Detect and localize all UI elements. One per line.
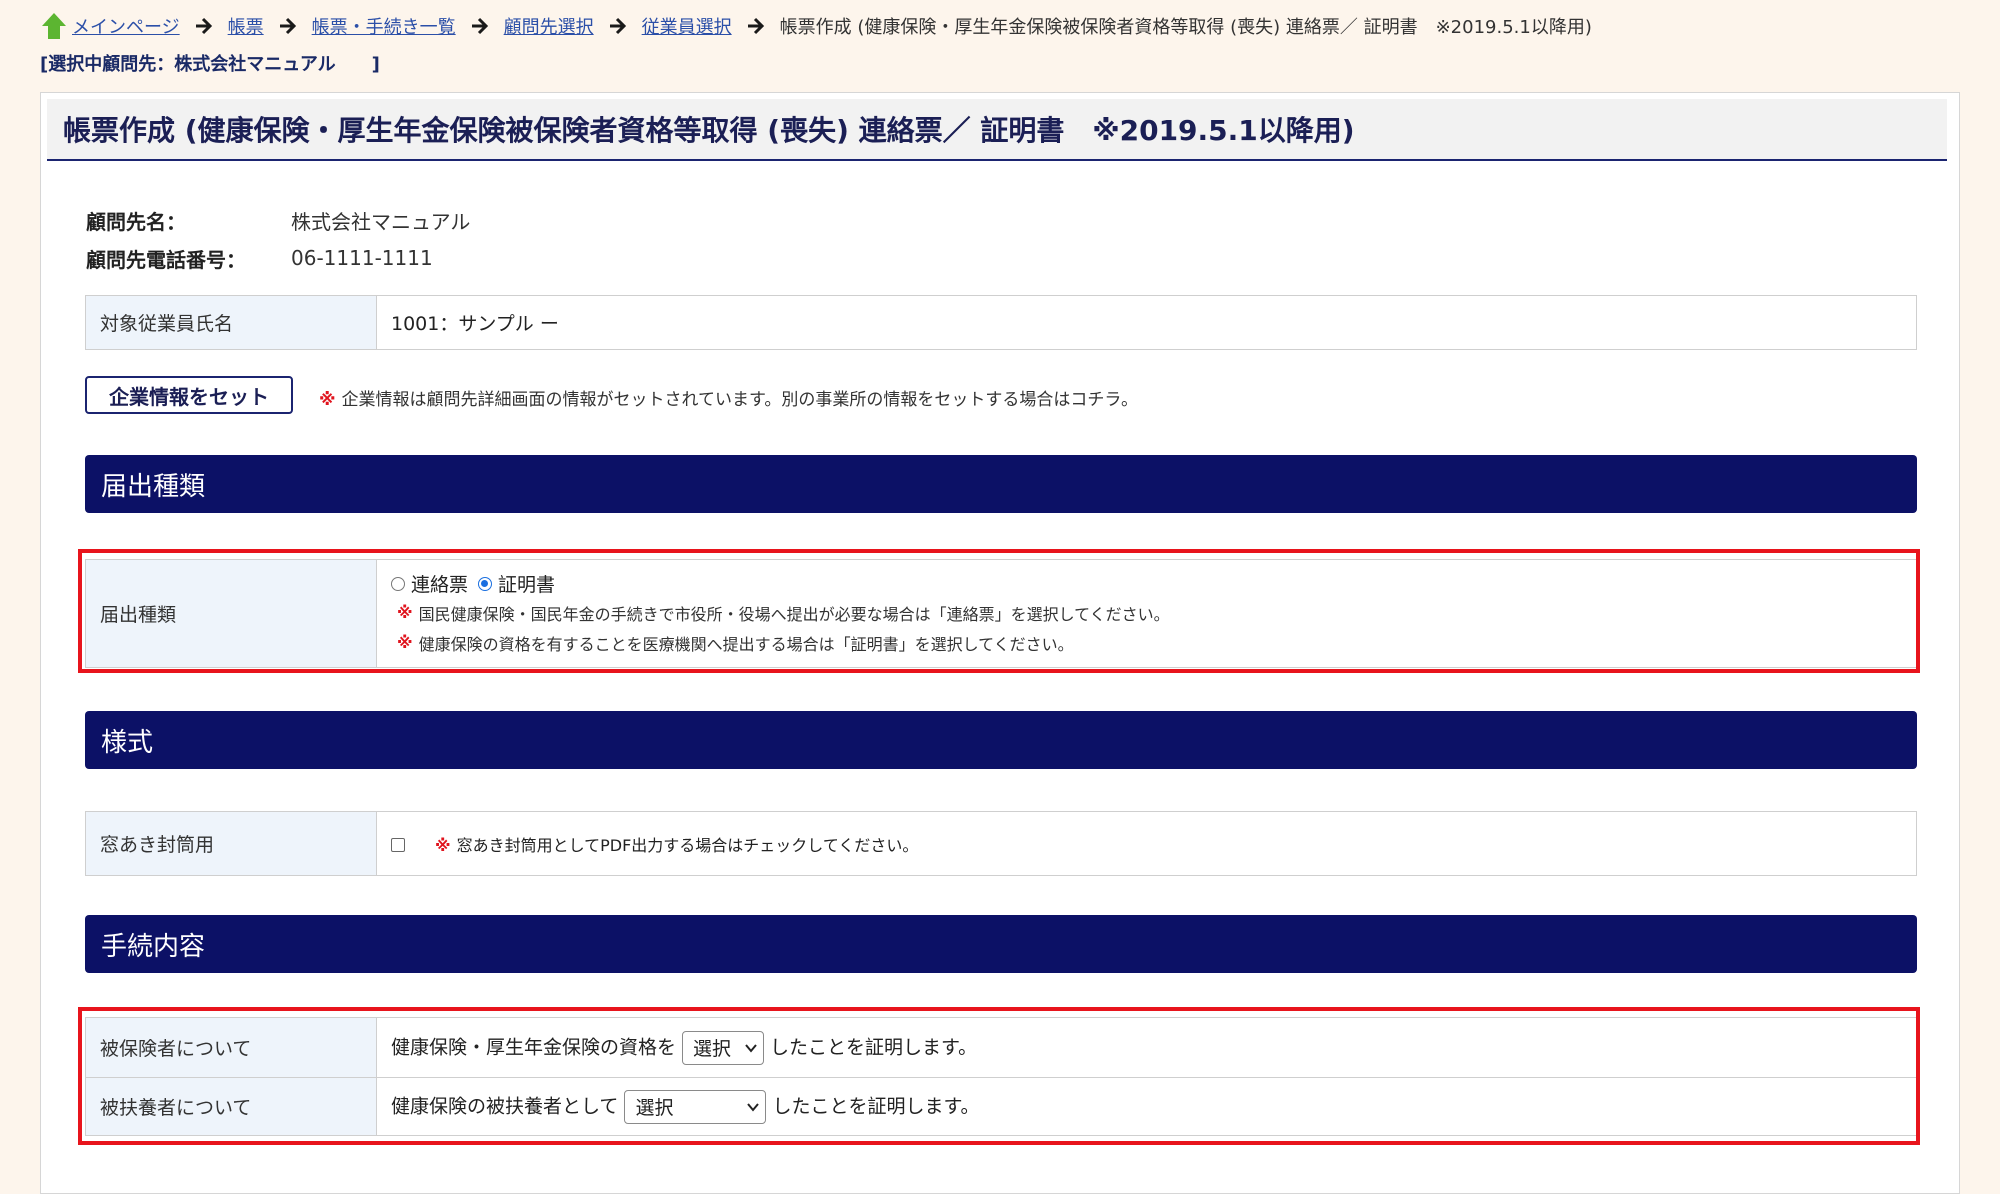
breadcrumb: メインページ 帳票 帳票・手続き一覧 顧問先選択 従業員選択 帳票作成 (健康保… [40,10,1592,42]
page-title-bar: 帳票作成 (健康保険・厚生年金保険被保険者資格等取得 (喪失) 連絡票／ 証明書… [47,99,1947,161]
radio-renrakuhyo[interactable] [391,576,405,591]
chevron-down-icon [747,1102,760,1112]
notification-note-1-text: 国民健康保険・国民年金の手続きで市役所・役場へ提出が必要な場合は「連絡票」を選択… [418,604,1170,624]
chevron-down-icon [745,1043,757,1053]
dependent-suffix: したことを証明します。 [772,1095,980,1117]
envelope-checkbox[interactable] [391,838,405,852]
client-phone-value: 06-1111-1111 [291,246,433,270]
insured-status-select[interactable]: 選択 [682,1030,765,1065]
section-title: 様式 [101,727,154,758]
note-mark: ※ [319,390,336,410]
employee-value: 1001：サンプル ー [376,295,1917,350]
arrow-right-icon [747,17,764,35]
dependent-select-value: 選択 [635,1097,674,1119]
procedure-row-dependent: 被扶養者について 健康保険の被扶養者として 選択 したことを証明します。 [85,1077,1917,1136]
note-mark: ※ [397,603,413,622]
envelope-label: 窓あき封筒用 [85,811,377,876]
envelope-field: ※ 窓あき封筒用としてPDF出力する場合はチェックしてください。 [376,811,1917,876]
arrow-right-icon [471,17,488,35]
note-mark: ※ [397,633,413,652]
employee-table: 対象従業員氏名 1001：サンプル ー [85,295,1917,350]
insured-suffix: したことを証明します。 [770,1036,978,1058]
page-title: 帳票作成 (健康保険・厚生年金保険被保険者資格等取得 (喪失) 連絡票／ 証明書… [63,114,1355,147]
client-phone-row: 顧問先電話番号： 06-1111-1111 [86,239,470,277]
notification-note-2-text: 健康保険の資格を有することを医療機関へ提出する場合は「証明書」を選択してください… [418,634,1074,654]
breadcrumb-link-employee-select[interactable]: 従業員選択 [642,13,732,39]
set-company-info-button[interactable]: 企業情報をセット [85,376,293,414]
radio-shomeisho[interactable] [478,576,493,591]
insured-prefix: 健康保険・厚生年金保険の資格を [391,1036,677,1058]
envelope-note-text: 窓あき封筒用としてPDF出力する場合はチェックしてください。 [456,835,919,855]
client-name-row: 顧問先名： 株式会社マニュアル [86,201,470,239]
section-header-format: 様式 [85,711,1917,769]
home-icon[interactable] [40,11,68,41]
envelope-note: ※ 窓あき封筒用としてPDF出力する場合はチェックしてください。 [435,836,918,855]
breadcrumb-link-form-list[interactable]: 帳票・手続き一覧 [312,13,456,39]
breadcrumb-link-main[interactable]: メインページ [72,13,180,39]
employee-row: 対象従業員氏名 1001：サンプル ー [85,295,1917,350]
radio-label-renrakuhyo[interactable]: 連絡票 [411,570,468,597]
notification-label: 届出種類 [85,559,377,668]
radio-label-shomeisho[interactable]: 証明書 [498,570,555,597]
company-info-note: ※ 企業情報は顧問先詳細画面の情報がセットされています。別の事業所の情報をセットす… [319,385,1138,410]
notification-table: 届出種類 連絡票 証明書 ※ 国民健康保険・国民年金の手続きで市役所・役場へ提出が… [85,559,1917,668]
note-mark: ※ [435,835,451,855]
section-header-notification-type: 届出種類 [85,455,1917,513]
breadcrumb-link-client-select[interactable]: 顧問先選択 [504,13,594,39]
arrow-right-icon [195,17,212,35]
section-title: 届出種類 [101,471,206,502]
client-name-value: 株式会社マニュアル [291,209,471,234]
notification-note-2: ※ 健康保険の資格を有することを医療機関へ提出する場合は「証明書」を選択してくださ… [391,628,1902,658]
breadcrumb-link-forms[interactable]: 帳票 [228,13,264,39]
insured-label: 被保険者について [85,1017,377,1078]
insured-field: 健康保険・厚生年金保険の資格を 選択 したことを証明します。 [376,1017,1917,1078]
client-name-label: 顧問先名： [86,209,186,234]
notification-field: 連絡票 証明書 ※ 国民健康保険・国民年金の手続きで市役所・役場へ提出が必要な場合… [376,559,1917,668]
insured-select-value: 選択 [693,1038,732,1060]
arrow-right-icon [609,17,626,35]
dependent-label: 被扶養者について [85,1077,377,1136]
client-info: 顧問先名： 株式会社マニュアル 顧問先電話番号： 06-1111-1111 [86,201,470,277]
procedure-row-insured: 被保険者について 健康保険・厚生年金保険の資格を 選択 したことを証明します。 [85,1017,1917,1078]
dependent-field: 健康保険の被扶養者として 選択 したことを証明します。 [376,1077,1917,1136]
section-title: 手続内容 [101,931,206,962]
dependent-status-select[interactable]: 選択 [624,1089,767,1124]
arrow-right-icon [279,17,296,35]
notification-row: 届出種類 連絡票 証明書 ※ 国民健康保険・国民年金の手続きで市役所・役場へ提出が… [85,559,1917,668]
format-row: 窓あき封筒用 ※ 窓あき封筒用としてPDF出力する場合はチェックしてください。 [85,811,1917,876]
main-panel: 帳票作成 (健康保険・厚生年金保険被保険者資格等取得 (喪失) 連絡票／ 証明書… [40,92,1960,1194]
employee-label: 対象従業員氏名 [85,295,377,350]
procedure-table: 被保険者について 健康保険・厚生年金保険の資格を 選択 したことを証明します。 被扶… [85,1017,1917,1136]
company-info-note-text: 企業情報は顧問先詳細画面の情報がセットされています。別の事業所の情報をセットする… [341,390,1138,410]
dependent-prefix: 健康保険の被扶養者として [391,1095,619,1117]
section-header-procedure: 手続内容 [85,915,1917,973]
notification-radio-group: 連絡票 証明書 [391,570,1902,598]
format-table: 窓あき封筒用 ※ 窓あき封筒用としてPDF出力する場合はチェックしてください。 [85,811,1917,876]
notification-note-1: ※ 国民健康保険・国民年金の手続きで市役所・役場へ提出が必要な場合は「連絡票」を選… [391,598,1902,628]
client-phone-label: 顧問先電話番号： [86,247,246,272]
breadcrumb-current: 帳票作成 (健康保険・厚生年金保険被保険者資格等取得 (喪失) 連絡票／ 証明書… [779,17,1592,38]
selected-client-label: [選択中顧問先：株式会社マニュアル ] [40,54,380,75]
